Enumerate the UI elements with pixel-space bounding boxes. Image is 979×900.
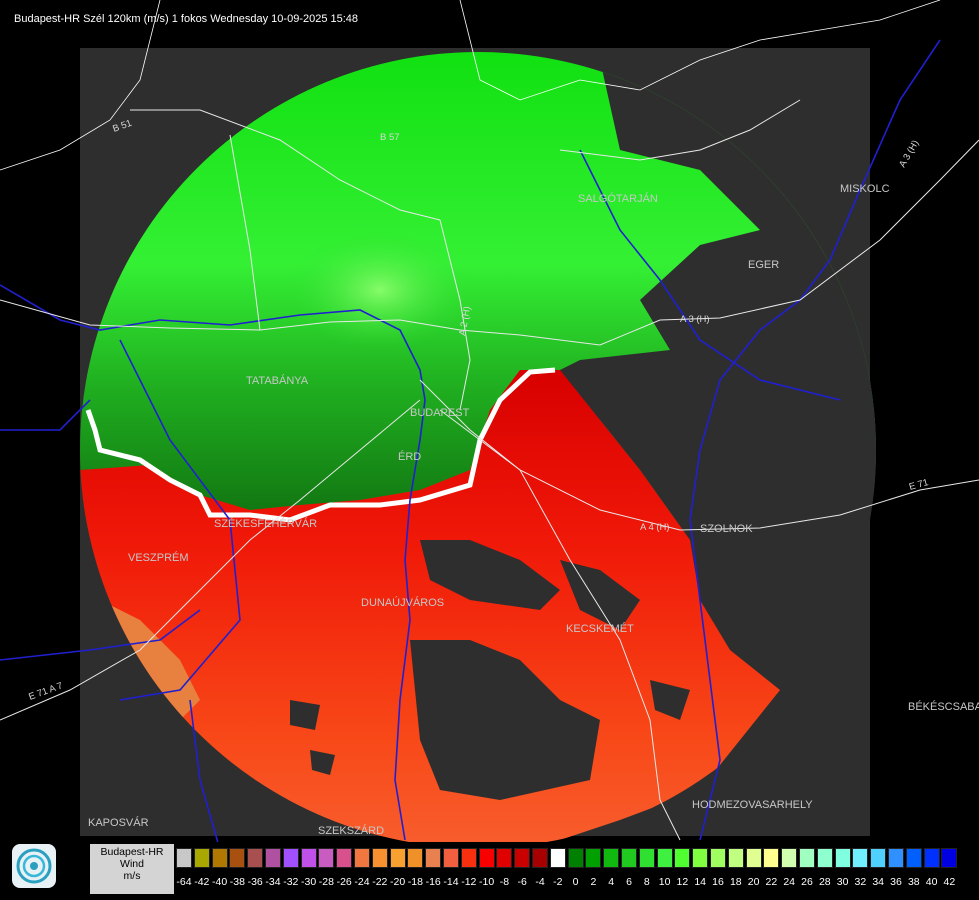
city-label-kaposvar: KAPOSVÁR	[88, 816, 149, 829]
legend-label-radar: Budapest-HR	[100, 846, 164, 858]
legend-swatch	[389, 848, 406, 868]
legend-swatch	[443, 848, 459, 868]
legend-swatch	[247, 848, 264, 868]
legend-label: Budapest-HR Wind m/s	[90, 844, 174, 894]
legend-swatch	[674, 848, 691, 868]
legend-swatch	[745, 848, 762, 868]
legend-swatch	[567, 848, 584, 868]
legend-swatch	[265, 848, 281, 868]
legend-swatch	[336, 848, 353, 868]
legend-swatch	[282, 848, 299, 868]
legend-swatch	[300, 848, 317, 868]
no-echo-patch	[290, 700, 320, 730]
legend-swatch	[816, 848, 833, 868]
road-label-a3h-ne: A 3 (H)	[897, 138, 921, 169]
city-label-dunaujvaros: DUNAÚJVÁROS	[361, 596, 444, 609]
legend-swatch	[852, 848, 869, 868]
legend-swatch	[460, 848, 477, 868]
legend-swatch	[354, 848, 370, 868]
legend-swatch	[692, 848, 709, 868]
city-label-szolnok: SZOLNOK	[700, 523, 753, 535]
color-legend: Budapest-HR Wind m/s -64 -42 -40 -38 -36 -34-…	[88, 842, 976, 896]
road-label-b57: B 57	[380, 132, 400, 143]
legend-tick-label: 42	[943, 876, 956, 888]
legend-swatch	[318, 848, 335, 868]
city-label-szekszard: SZEKSZÁRD	[318, 824, 384, 837]
city-label-miskolc: MISKOLC	[840, 183, 890, 195]
legend-swatch	[888, 848, 904, 868]
city-label-bekescsaba: BÉKÉSCSABA	[908, 700, 979, 713]
road-label-a3h: A 3 (H)	[680, 314, 710, 325]
radar-title: Budapest-HR Szél 120km (m/s) 1 fokos Wed…	[14, 13, 359, 25]
high-speed-core	[290, 230, 470, 350]
legend-swatch	[710, 848, 726, 868]
legend-swatch	[407, 848, 424, 868]
legend-label-unit: m/s	[123, 870, 141, 882]
legend-swatch	[638, 848, 655, 868]
legend-swatch	[870, 848, 887, 868]
legend-swatch	[905, 848, 922, 868]
city-label-tatabanya: TATABÁNYA	[246, 374, 309, 387]
road-label-a4h: A 4 (H)	[640, 522, 670, 533]
road-label-e71a7: E 71 A 7	[27, 680, 64, 702]
city-label-budapest: BUDAPEST	[410, 407, 470, 419]
legend-swatch	[425, 848, 442, 868]
city-label-erd: ÉRD	[398, 450, 421, 463]
legend-label-wind: Wind	[120, 858, 144, 870]
legend-swatch	[763, 848, 780, 868]
city-label-salgotarjan: SALGÓTARJÁN	[578, 192, 658, 205]
legend-swatch	[656, 848, 673, 868]
river	[0, 399, 91, 431]
legend-swatch	[211, 848, 228, 868]
legend-swatch	[781, 848, 798, 868]
city-label-kecskemet: KECSKEMÉT	[566, 622, 634, 635]
legend-swatch	[176, 848, 192, 868]
legend-swatch	[371, 848, 388, 868]
city-label-hodmezovasarhely: HODMEZOVASARHELY	[692, 799, 813, 811]
legend-swatch	[478, 848, 495, 868]
legend-swatch	[727, 848, 744, 868]
legend-swatch	[603, 848, 620, 868]
legend-swatch	[834, 848, 851, 868]
legend-swatch	[621, 848, 637, 868]
legend-swatch	[923, 848, 940, 868]
legend-swatch	[549, 848, 566, 868]
legend-swatch	[941, 848, 958, 868]
legend-swatch	[229, 848, 246, 868]
legend-swatch	[496, 848, 513, 868]
city-label-eger: EGER	[748, 259, 779, 271]
legend-swatch	[799, 848, 815, 868]
legend-swatch	[514, 848, 531, 868]
legend-swatch	[193, 848, 210, 868]
legend-swatch	[532, 848, 548, 868]
city-label-veszprem: VESZPRÉM	[128, 551, 189, 564]
radar-service-logo-icon	[12, 844, 56, 888]
legend-swatch	[585, 848, 602, 868]
radar-map: SALGÓTARJÁN MISKOLC EGER TATABÁNYA BUDAP…	[0, 0, 979, 851]
city-label-szekesfehervar: SZÉKESFEHÉRVÁR	[214, 517, 317, 530]
road-label-e71: E 71	[908, 477, 930, 493]
